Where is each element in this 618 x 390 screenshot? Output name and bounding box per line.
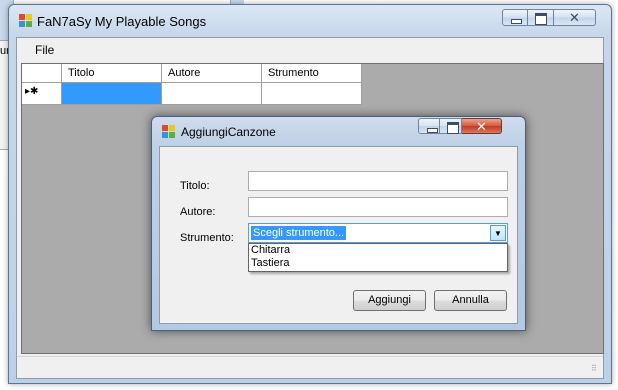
cancel-button[interactable]: Annulla: [434, 290, 507, 311]
app-icon: [19, 14, 33, 28]
status-bar: ⠿: [17, 356, 603, 378]
window-title: FaN7aSy My Playable Songs: [37, 14, 207, 29]
strumento-combobox[interactable]: Scegli strumento... ▼: [248, 223, 508, 243]
dialog-app-icon: [162, 125, 176, 139]
dropdown-option-chitarra[interactable]: Chitarra: [249, 244, 507, 257]
minimize-button[interactable]: [502, 9, 528, 26]
dialog-close-icon: ✕: [476, 119, 487, 134]
dialog-maximize-button[interactable]: [440, 118, 462, 134]
add-button[interactable]: Aggiungi: [353, 290, 426, 311]
dialog-client-area: Titolo: Autore: Strumento: Scegli strume…: [159, 146, 518, 324]
window-caption-buttons: ✕: [502, 9, 596, 26]
dialog-close-button[interactable]: ✕: [462, 118, 502, 134]
close-button[interactable]: ✕: [554, 9, 596, 26]
row-header[interactable]: ▸✱: [22, 83, 62, 105]
menu-file[interactable]: File: [35, 43, 54, 57]
dropdown-arrow-icon[interactable]: ▼: [490, 225, 506, 241]
column-header-titolo[interactable]: Titolo: [62, 64, 162, 83]
strumento-dropdown-list: Chitarra Tastiera: [248, 243, 508, 272]
column-header-autore[interactable]: Autore: [162, 64, 262, 83]
combo-selected-value: Scegli strumento...: [251, 226, 347, 240]
new-row-icon: ▸✱: [25, 86, 39, 97]
grid-new-row: ▸✱: [22, 83, 362, 105]
menu-bar: File: [17, 38, 603, 60]
cell-titolo[interactable]: [62, 83, 162, 105]
maximize-button[interactable]: [528, 9, 554, 26]
dialog-caption-buttons: ✕: [418, 118, 502, 134]
close-icon: ✕: [569, 10, 580, 25]
dialog-minimize-button[interactable]: [418, 118, 440, 134]
cell-autore[interactable]: [162, 83, 262, 105]
titolo-label: Titolo:: [180, 180, 210, 192]
grid-header: Titolo Autore Strumento: [22, 64, 362, 83]
size-grip-icon[interactable]: ⠿: [591, 365, 601, 376]
add-song-dialog: AggiungiCanzone ✕ Titolo: Autore: Strume…: [151, 116, 526, 331]
autore-input[interactable]: [248, 197, 508, 217]
cell-strumento[interactable]: [262, 83, 362, 105]
strumento-label: Strumento:: [180, 232, 234, 244]
column-header-strumento[interactable]: Strumento: [262, 64, 362, 83]
autore-label: Autore:: [180, 206, 216, 218]
titolo-input[interactable]: [248, 171, 508, 191]
grid-corner-header[interactable]: [22, 64, 62, 83]
dialog-title: AggiungiCanzone: [181, 125, 276, 139]
dropdown-option-tastiera[interactable]: Tastiera: [249, 257, 507, 270]
